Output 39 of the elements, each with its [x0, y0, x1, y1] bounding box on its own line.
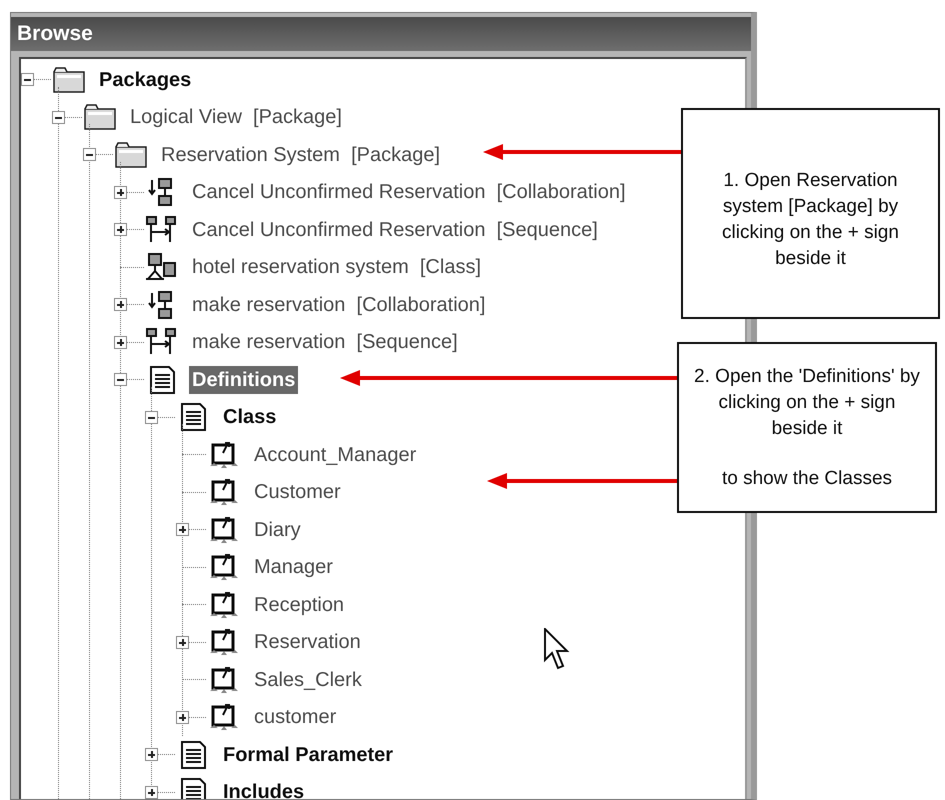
tree-item[interactable]: Reservation System [Package]: [158, 140, 444, 169]
tree-item[interactable]: Class: [220, 403, 280, 432]
callout-text: 2. Open the 'Definitions' by clicking on the + sign beside it: [693, 365, 921, 441]
tree-item[interactable]: make reservation [Sequence]: [189, 328, 461, 356]
tree-item[interactable]: Includes: [220, 778, 308, 799]
tree-item[interactable]: Reception: [251, 590, 348, 619]
tree-item[interactable]: Account_Manager: [251, 440, 420, 469]
tree-item[interactable]: customer: [251, 703, 340, 732]
mouse-pointer-icon: [544, 628, 570, 672]
expand-toggle[interactable]: [145, 748, 158, 762]
tree-item[interactable]: hotel reservation system [Class]: [189, 253, 484, 282]
expand-toggle[interactable]: [114, 298, 127, 312]
tree-item[interactable]: Manager: [251, 553, 336, 582]
expand-toggle[interactable]: [114, 336, 127, 349]
tree-item[interactable]: Definitions: [189, 366, 298, 394]
tree-item[interactable]: make reservation [Collaboration]: [189, 290, 488, 319]
collapse-toggle[interactable]: [83, 148, 96, 162]
collapse-toggle[interactable]: [21, 73, 34, 86]
collapse-toggle[interactable]: [52, 110, 65, 124]
tree-item[interactable]: Logical View [Package]: [127, 103, 345, 132]
tree-item[interactable]: Customer: [251, 478, 344, 506]
tree-item[interactable]: Packages: [96, 66, 194, 94]
tree-item[interactable]: Reservation: [251, 628, 364, 656]
tree-item[interactable]: Cancel Unconfirmed Reservation [Sequence]: [189, 216, 601, 244]
callout-text: to show the Classes: [720, 467, 894, 491]
expand-toggle[interactable]: [176, 710, 189, 724]
tree-item[interactable]: Cancel Unconfirmed Reservation [Collaboration]: [189, 178, 629, 206]
tree-item[interactable]: Formal Parameter: [220, 740, 396, 769]
window-title: Browse: [11, 17, 751, 51]
expand-toggle[interactable]: [176, 636, 189, 649]
callout-text: 1. Open Reservation system [Package] by clicking on the + sign beside it: [721, 169, 900, 271]
expand-toggle[interactable]: [145, 786, 158, 799]
expand-toggle[interactable]: [114, 186, 127, 199]
expand-toggle[interactable]: [176, 523, 189, 536]
collapse-toggle[interactable]: [145, 410, 158, 424]
expand-toggle[interactable]: [114, 223, 127, 236]
tree-item[interactable]: Diary: [251, 516, 304, 544]
collapse-toggle[interactable]: [114, 373, 127, 386]
tree-item[interactable]: Sales_Clerk: [251, 666, 365, 694]
